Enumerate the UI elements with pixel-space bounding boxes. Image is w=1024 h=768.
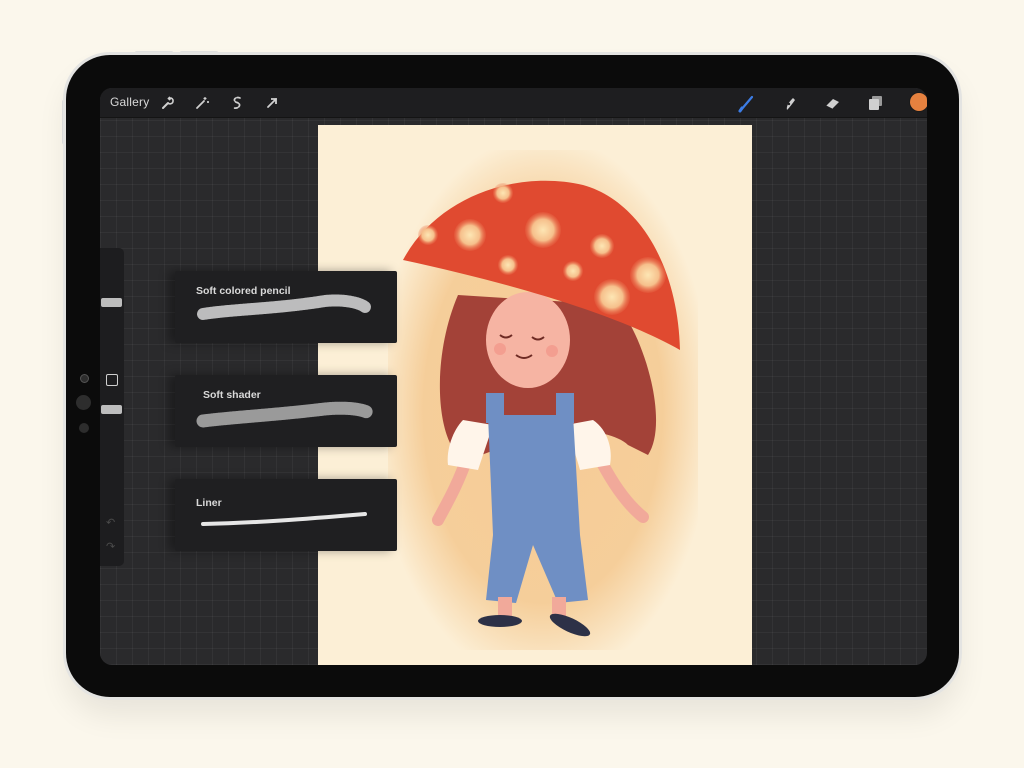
transform-arrow-icon[interactable] <box>262 93 282 113</box>
brush-card-soft-shader[interactable]: Soft shader <box>175 375 397 447</box>
brush-size-slider[interactable] <box>100 256 124 351</box>
opacity-slider[interactable] <box>100 396 124 506</box>
overlay-control-medium[interactable] <box>79 423 89 433</box>
brush-card-soft-colored-pencil[interactable]: Soft colored pencil <box>175 271 397 343</box>
brush-icon[interactable] <box>737 93 757 113</box>
cap-spot <box>525 212 561 248</box>
eraser-icon[interactable] <box>823 93 843 113</box>
brush-stroke-preview <box>196 401 374 428</box>
right-cheek <box>546 345 558 357</box>
brush-card-liner[interactable]: Liner <box>175 479 397 551</box>
cap-spot <box>498 255 518 275</box>
magic-wand-icon[interactable] <box>192 93 212 113</box>
left-leg <box>498 597 512 617</box>
top-toolbar: Gallery <box>100 88 927 118</box>
opacity-handle[interactable] <box>101 405 122 414</box>
cap-spot <box>563 261 583 281</box>
cap-spot <box>493 183 513 203</box>
overall-strap-right <box>556 393 574 423</box>
selection-s-icon[interactable] <box>227 93 247 113</box>
side-button <box>62 100 65 144</box>
face <box>486 292 570 388</box>
eyedropper-modify-button[interactable] <box>106 374 118 386</box>
layers-icon[interactable] <box>866 93 886 113</box>
cap-spot <box>590 234 614 258</box>
cap-spot <box>454 219 486 251</box>
wrench-icon[interactable] <box>157 93 177 113</box>
procreate-screen: Gallery ↶ ↷ Soft colored pencil Soft sha… <box>100 88 927 665</box>
redo-arrow-icon[interactable]: ↷ <box>106 540 115 553</box>
overall-strap-left <box>486 393 504 423</box>
brush-stroke-preview <box>201 512 367 526</box>
smudge-icon[interactable] <box>780 93 800 113</box>
cap-spot <box>630 257 666 293</box>
left-sidebar: ↶ ↷ <box>100 248 124 566</box>
gallery-button[interactable]: Gallery <box>110 95 149 109</box>
undo-arrow-icon[interactable]: ↶ <box>106 516 115 529</box>
brush-stroke-preview <box>197 294 371 320</box>
left-shoe <box>478 615 522 627</box>
cap-spot <box>418 225 438 245</box>
color-picker-swatch[interactable] <box>910 93 927 111</box>
top-button-1 <box>135 51 173 54</box>
cap-spot <box>594 279 630 315</box>
overlay-control-large[interactable] <box>76 395 91 410</box>
top-button-2 <box>180 51 218 54</box>
left-cheek <box>494 343 506 355</box>
brush-size-handle[interactable] <box>101 298 122 307</box>
overlay-control-small[interactable] <box>80 374 89 383</box>
